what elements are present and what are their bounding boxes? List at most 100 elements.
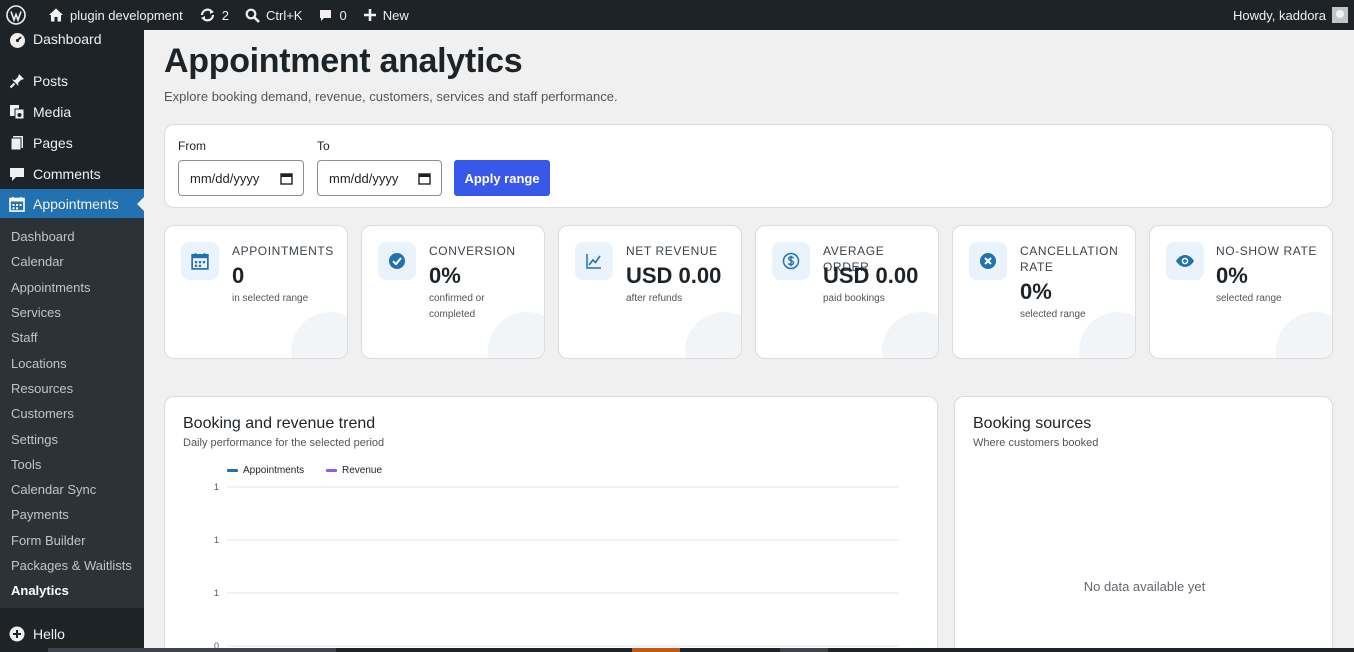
submenu-customers[interactable]: Customers — [0, 401, 144, 426]
kpi-note: selected range — [1216, 293, 1282, 304]
new-content-link[interactable]: New — [355, 0, 417, 30]
kpi-label: CANCELLATION RATE — [1020, 244, 1119, 274]
pin-icon — [8, 72, 26, 90]
kpi-value: USD 0.00 — [823, 263, 919, 288]
submenu-settings[interactable]: Settings — [0, 426, 144, 451]
appointments-submenu: Dashboard Calendar Appointments Services… — [0, 218, 144, 608]
decorative-circle — [291, 312, 347, 358]
menu-media-label: Media — [33, 103, 72, 120]
kpi-note: confirmed or completed — [429, 293, 485, 320]
kpi-average-order-card: AVERAGE ORDER USD 0.00 paid bookings — [755, 225, 939, 359]
chart-line-icon — [575, 242, 613, 280]
from-date-input[interactable]: mm/dd/yyyy — [178, 160, 304, 196]
kpi-note: paid bookings — [823, 293, 885, 304]
main-content: Appointment analytics Explore booking de… — [144, 30, 1354, 652]
taskbar-segment — [780, 648, 828, 652]
no-data-message: No data available yet — [1083, 579, 1206, 594]
howdy-text: Howdy, kaddora — [1233, 7, 1326, 23]
dashboard-icon — [8, 31, 26, 49]
submenu-payments[interactable]: Payments — [0, 502, 144, 527]
apply-range-button[interactable]: Apply range — [454, 160, 550, 196]
kpi-no-show-rate-card: NO-SHOW RATE 0% selected range — [1149, 225, 1333, 359]
menu-media[interactable]: Media — [0, 96, 144, 127]
plus-circle-icon — [8, 625, 26, 643]
submenu-analytics[interactable]: Analytics — [0, 578, 144, 603]
submenu-tools[interactable]: Tools — [0, 452, 144, 477]
menu-dashboard-label: Dashboard — [33, 31, 102, 47]
submenu-packages-waitlists[interactable]: Packages & Waitlists — [0, 553, 144, 578]
comments-count: 0 — [339, 7, 347, 23]
y-tick-label: 1 — [214, 482, 219, 492]
calendar-picker-icon[interactable] — [280, 172, 293, 185]
admin-sidebar: Dashboard Posts Media Pages Comments App… — [0, 30, 144, 652]
search-link[interactable]: Ctrl+K — [237, 0, 310, 30]
booking-revenue-trend-card: Booking and revenue trend Daily performa… — [164, 396, 938, 652]
search-shortcut: Ctrl+K — [265, 7, 303, 23]
menu-comments[interactable]: Comments — [0, 158, 144, 189]
calendar-icon — [181, 242, 219, 280]
wordpress-logo[interactable] — [0, 0, 40, 30]
taskbar-strip — [0, 648, 1354, 652]
submenu-locations[interactable]: Locations — [0, 350, 144, 375]
submenu-form-builder[interactable]: Form Builder — [0, 528, 144, 553]
home-icon — [49, 8, 63, 22]
menu-dashboard[interactable]: Dashboard — [0, 30, 144, 52]
to-label: To — [317, 139, 330, 153]
kpi-cancellation-rate-card: CANCELLATION RATE 0% selected range — [952, 225, 1136, 359]
submenu-calendar[interactable]: Calendar — [0, 249, 144, 274]
avatar — [1332, 7, 1348, 23]
y-tick-label: 1 — [214, 588, 219, 598]
x-circle-icon — [969, 242, 1007, 280]
sources-subtitle: Where customers booked — [973, 437, 1099, 449]
menu-comments-label: Comments — [33, 165, 101, 182]
menu-appointments[interactable]: Appointments — [0, 189, 144, 218]
date-range-card: From To mm/dd/yyyy mm/dd/yyyy Apply rang… — [164, 124, 1333, 208]
updates-link[interactable]: 2 — [191, 0, 237, 30]
site-name-link[interactable]: plugin development — [40, 0, 191, 30]
menu-pages-label: Pages — [33, 134, 73, 151]
kpi-note: after refunds — [626, 293, 683, 304]
menu-posts[interactable]: Posts — [0, 65, 144, 96]
kpi-appointments-card: APPOINTMENTS 0 in selected range — [164, 225, 348, 359]
my-account[interactable]: Howdy, kaddora — [1233, 7, 1354, 23]
kpi-label: NET REVENUE — [626, 244, 718, 258]
kpi-label: CONVERSION — [429, 244, 516, 258]
from-label: From — [178, 139, 206, 153]
taskbar-segment — [48, 648, 336, 652]
wordpress-icon — [6, 5, 26, 25]
y-tick-label: 1 — [214, 535, 219, 545]
check-circle-icon — [378, 242, 416, 280]
submenu-staff[interactable]: Staff — [0, 325, 144, 350]
new-label: New — [382, 7, 409, 23]
decorative-circle — [685, 312, 741, 358]
admin-bar: plugin development 2 Ctrl+K 0 New Howdy,… — [0, 0, 1354, 30]
sources-title: Booking sources — [973, 415, 1092, 432]
site-name: plugin development — [70, 7, 183, 23]
updates-count: 2 — [221, 7, 229, 23]
taskbar-segment — [632, 648, 680, 652]
media-icon — [8, 103, 26, 121]
from-date-value: mm/dd/yyyy — [190, 170, 260, 186]
submenu-resources[interactable]: Resources — [0, 376, 144, 401]
submenu-calendar-sync[interactable]: Calendar Sync — [0, 477, 144, 502]
calendar-picker-icon[interactable] — [418, 172, 431, 185]
comments-link[interactable]: 0 — [310, 0, 354, 30]
decorative-circle — [882, 312, 938, 358]
menu-pages[interactable]: Pages — [0, 127, 144, 158]
submenu-dashboard[interactable]: Dashboard — [0, 224, 144, 249]
kpi-value: 0 — [232, 263, 245, 288]
menu-posts-label: Posts — [33, 72, 69, 89]
kpi-value: 0% — [1020, 279, 1052, 304]
submenu-services[interactable]: Services — [0, 300, 144, 325]
plus-icon — [363, 9, 376, 21]
pages-icon — [8, 134, 26, 152]
submenu-appointments[interactable]: Appointments — [0, 275, 144, 300]
kpi-note: in selected range — [232, 293, 309, 304]
calendar-icon — [8, 195, 26, 213]
to-date-input[interactable]: mm/dd/yyyy — [317, 160, 442, 196]
booking-sources-card: Booking sources Where customers booked N… — [954, 396, 1333, 652]
menu-hello[interactable]: Hello — [0, 618, 144, 649]
to-date-value: mm/dd/yyyy — [329, 170, 399, 186]
kpi-value: 0% — [1216, 263, 1248, 288]
page-subtitle: Explore booking demand, revenue, custome… — [164, 89, 618, 104]
